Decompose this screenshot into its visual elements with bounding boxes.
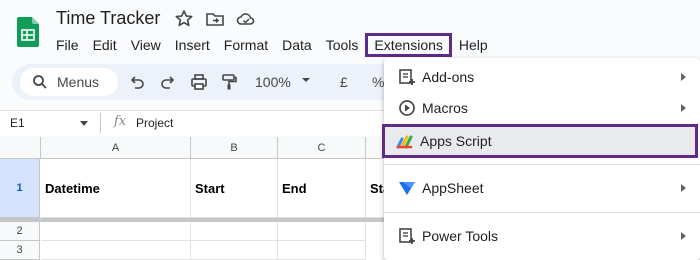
menu-item-appsheet[interactable]: AppSheet bbox=[384, 172, 700, 204]
menu-separator bbox=[384, 164, 700, 165]
cell-b3[interactable] bbox=[191, 241, 278, 260]
cell-b2[interactable] bbox=[191, 222, 278, 241]
menu-extensions[interactable]: Extensions bbox=[365, 33, 452, 57]
search-menus-label: Menus bbox=[57, 74, 100, 90]
sheets-logo-icon[interactable] bbox=[17, 17, 39, 47]
submenu-arrow-icon bbox=[681, 104, 686, 112]
submenu-arrow-icon bbox=[681, 73, 686, 81]
row-header-3[interactable]: 3 bbox=[0, 241, 40, 260]
addons-icon bbox=[399, 69, 415, 85]
menu-item-apps-script[interactable]: Apps Script bbox=[382, 124, 698, 158]
macros-icon bbox=[399, 100, 415, 116]
zoom-dropdown-arrow-icon[interactable] bbox=[300, 74, 312, 86]
star-icon[interactable] bbox=[174, 9, 194, 29]
print-icon[interactable] bbox=[189, 72, 209, 92]
menu-item-add-ons[interactable]: Add-ons bbox=[384, 61, 700, 93]
menu-help[interactable]: Help bbox=[452, 33, 495, 57]
search-icon bbox=[33, 75, 47, 89]
paint-format-icon[interactable] bbox=[219, 72, 239, 92]
cell-c3[interactable] bbox=[278, 241, 366, 260]
document-title[interactable]: Time Tracker bbox=[56, 8, 160, 29]
menu-separator bbox=[384, 212, 700, 213]
menu-item-label: Apps Script bbox=[420, 133, 492, 149]
power-tools-icon bbox=[399, 228, 415, 244]
menu-item-label: Power Tools bbox=[422, 228, 499, 244]
apps-script-icon bbox=[396, 135, 413, 149]
redo-icon[interactable] bbox=[158, 72, 178, 92]
move-folder-icon[interactable] bbox=[205, 9, 225, 29]
name-box[interactable]: E1 bbox=[10, 116, 25, 130]
submenu-arrow-icon bbox=[681, 184, 686, 192]
cell-c2[interactable] bbox=[278, 222, 366, 241]
cell-b1[interactable]: Start bbox=[191, 159, 278, 218]
menu-bar: File Edit View Insert Format Data Tools … bbox=[49, 33, 495, 57]
menu-edit[interactable]: Edit bbox=[86, 33, 124, 57]
cell-c1[interactable]: End bbox=[278, 159, 366, 218]
column-header-b[interactable]: B bbox=[191, 137, 278, 159]
percent-format-button[interactable]: % bbox=[372, 74, 384, 90]
undo-icon[interactable] bbox=[127, 72, 147, 92]
row-header-2[interactable]: 2 bbox=[0, 222, 40, 241]
row-header-1[interactable]: 1 bbox=[0, 159, 40, 218]
column-header-c[interactable]: C bbox=[278, 137, 366, 159]
menu-item-macros[interactable]: Macros bbox=[384, 92, 700, 124]
zoom-select[interactable]: 100% bbox=[255, 74, 291, 90]
menu-insert[interactable]: Insert bbox=[168, 33, 217, 57]
search-menus-button[interactable]: Menus bbox=[20, 68, 118, 96]
cell-a2[interactable] bbox=[41, 222, 191, 241]
menu-data[interactable]: Data bbox=[275, 33, 319, 57]
submenu-arrow-icon bbox=[681, 232, 686, 240]
name-box-dropdown-icon[interactable] bbox=[80, 121, 88, 126]
menu-tools[interactable]: Tools bbox=[319, 33, 366, 57]
column-header-a[interactable]: A bbox=[41, 137, 191, 159]
menu-format[interactable]: Format bbox=[217, 33, 275, 57]
cell-a3[interactable] bbox=[41, 241, 191, 260]
currency-format-button[interactable]: £ bbox=[340, 74, 348, 90]
menu-file[interactable]: File bbox=[49, 33, 86, 57]
formula-input[interactable]: Project bbox=[136, 116, 173, 130]
menu-item-label: Macros bbox=[422, 100, 468, 116]
menu-item-label: AppSheet bbox=[422, 180, 484, 196]
cell-a1[interactable]: Datetime bbox=[41, 159, 191, 218]
appsheet-icon bbox=[399, 182, 415, 195]
formula-bar-divider bbox=[100, 113, 101, 133]
menu-item-power-tools[interactable]: Power Tools bbox=[384, 220, 700, 252]
fx-icon: fx bbox=[114, 114, 127, 129]
cloud-status-icon[interactable] bbox=[236, 9, 256, 29]
menu-item-label: Add-ons bbox=[422, 69, 475, 85]
menu-view[interactable]: View bbox=[124, 33, 168, 57]
select-all-corner[interactable] bbox=[0, 137, 41, 159]
